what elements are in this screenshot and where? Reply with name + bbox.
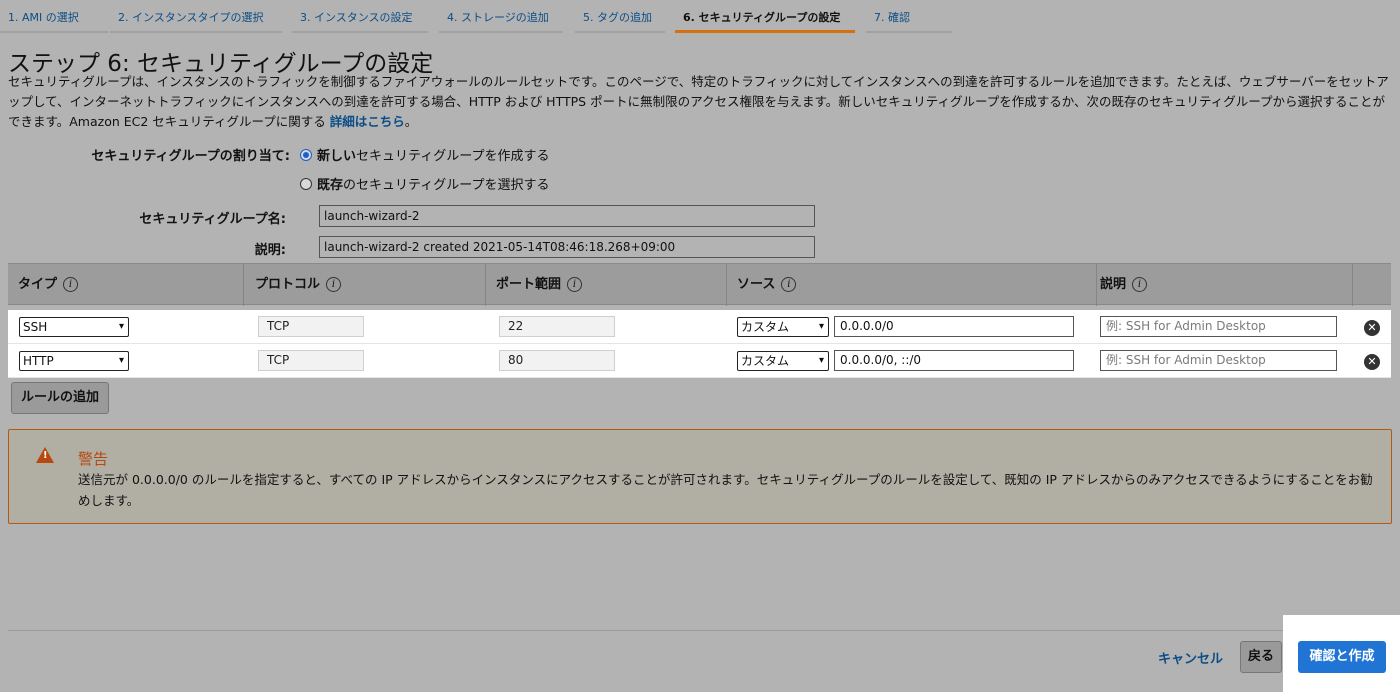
group-name-input[interactable]: launch-wizard-2 (319, 205, 815, 227)
chevron-down-icon: ▾ (818, 355, 824, 366)
radio-new-label: セキュリティグループを作成する (356, 149, 550, 164)
radio-unselected-icon[interactable] (300, 177, 312, 190)
intro-period: 。 (404, 114, 418, 129)
port-range-field: 22 (499, 316, 615, 337)
header-port: ポート範囲 i (486, 264, 727, 306)
source-mode-value: カスタム (741, 354, 790, 368)
source-cidr-input[interactable]: 0.0.0.0/0, ::/0 (834, 350, 1074, 371)
protocol-field: TCP (258, 316, 364, 337)
radio-existing-label: のセキュリティグループを選択する (343, 178, 550, 193)
tab-review[interactable]: 7. 確認 (866, 0, 952, 33)
remove-rule-icon[interactable]: ✕ (1364, 354, 1380, 370)
type-value: HTTP (23, 354, 54, 368)
header-source-label: ソース (737, 277, 776, 292)
info-icon[interactable]: i (326, 277, 342, 292)
header-type-label: タイプ (18, 277, 58, 292)
group-name-label: セキュリティグループ名: (139, 212, 286, 227)
header-description-label: 説明 (1100, 277, 1127, 292)
header-port-label: ポート範囲 (496, 277, 562, 292)
info-icon[interactable]: i (1132, 277, 1148, 292)
header-description: 説明 i (1090, 264, 1353, 306)
info-icon[interactable]: i (63, 277, 79, 292)
add-rule-button[interactable]: ルールの追加 (11, 382, 110, 414)
warning-panel: ! 警告 送信元が 0.0.0.0/0 のルールを指定すると、すべての IP ア… (8, 429, 1392, 524)
warning-title: 警告 (78, 450, 109, 468)
info-icon[interactable]: i (567, 277, 583, 292)
tab-instance-type[interactable]: 2. インスタンスタイプの選択 (110, 0, 282, 33)
intro-text: セキュリティグループは、インスタンスのトラフィックを制御するファイアウォールのル… (8, 72, 1393, 132)
radio-selected-icon[interactable] (300, 148, 312, 161)
back-button[interactable]: 戻る (1240, 641, 1282, 673)
header-protocol-label: プロトコル (255, 277, 321, 292)
wizard-tabs: 1. AMI の選択 2. インスタンスタイプの選択 3. インスタンスの設定 … (0, 0, 1400, 34)
tab-tags[interactable]: 5. タグの追加 (575, 0, 665, 33)
footer-divider (8, 630, 1400, 631)
table-row: SSH ▾ TCP 22 カスタム ▾ 0.0.0.0/0 例: SSH for A… (8, 310, 1391, 344)
radio-existing-bold: 既存 (317, 178, 344, 193)
intro-body: セキュリティグループは、インスタンスのトラフィックを制御するファイアウォールのル… (8, 74, 1389, 129)
chevron-down-icon: ▾ (118, 321, 124, 332)
description-label: 説明: (254, 243, 286, 258)
description-input[interactable]: launch-wizard-2 created 2021-05-14T08:46… (319, 236, 815, 258)
radio-new-group[interactable]: 新しい セキュリティグループを作成する (300, 145, 549, 164)
info-icon[interactable]: i (781, 277, 797, 292)
source-mode-value: カスタム (741, 320, 790, 334)
type-select[interactable]: HTTP ▾ (19, 351, 129, 371)
source-mode-select[interactable]: カスタム ▾ (737, 317, 829, 337)
remove-rule-icon[interactable]: ✕ (1364, 320, 1380, 336)
warning-icon: ! (36, 447, 54, 463)
source-mode-select[interactable]: カスタム ▾ (737, 351, 829, 371)
source-cidr-input[interactable]: 0.0.0.0/0 (834, 316, 1074, 337)
header-source: ソース i (727, 264, 1097, 306)
protocol-field: TCP (258, 350, 364, 371)
cancel-link[interactable]: キャンセル (1158, 648, 1223, 667)
rule-description-input[interactable]: 例: SSH for Admin Desktop (1100, 316, 1337, 337)
learn-more-link[interactable]: 詳細はこちら (330, 114, 405, 129)
radio-existing-group[interactable]: 既存 のセキュリティグループを選択する (300, 174, 549, 193)
tab-instance-config[interactable]: 3. インスタンスの設定 (292, 0, 428, 33)
rule-description-input[interactable]: 例: SSH for Admin Desktop (1100, 350, 1337, 371)
review-and-launch-button[interactable]: 確認と作成 (1298, 641, 1386, 673)
rules-table-body: SSH ▾ TCP 22 カスタム ▾ 0.0.0.0/0 例: SSH for A… (8, 310, 1391, 378)
assign-label: セキュリティグループの割り当て: (91, 149, 290, 164)
header-type: タイプ i (8, 264, 244, 306)
tab-security-group[interactable]: 6. セキュリティグループの設定 (675, 0, 855, 33)
tab-storage[interactable]: 4. ストレージの追加 (439, 0, 563, 33)
header-protocol: プロトコル i (245, 264, 486, 306)
tab-ami[interactable]: 1. AMI の選択 (0, 0, 108, 33)
chevron-down-icon: ▾ (118, 355, 124, 366)
type-value: SSH (23, 320, 48, 334)
chevron-down-icon: ▾ (818, 321, 824, 332)
warning-text: 送信元が 0.0.0.0/0 のルールを指定すると、すべての IP アドレスから… (78, 472, 1373, 508)
type-select[interactable]: SSH ▾ (19, 317, 129, 337)
rules-table-header: タイプ i プロトコル i ポート範囲 i ソース i 説明 i (8, 263, 1391, 306)
radio-new-bold: 新しい (317, 149, 357, 164)
table-row: HTTP ▾ TCP 80 カスタム ▾ 0.0.0.0/0, ::/0 例: SS… (8, 344, 1391, 378)
port-range-field: 80 (499, 350, 615, 371)
